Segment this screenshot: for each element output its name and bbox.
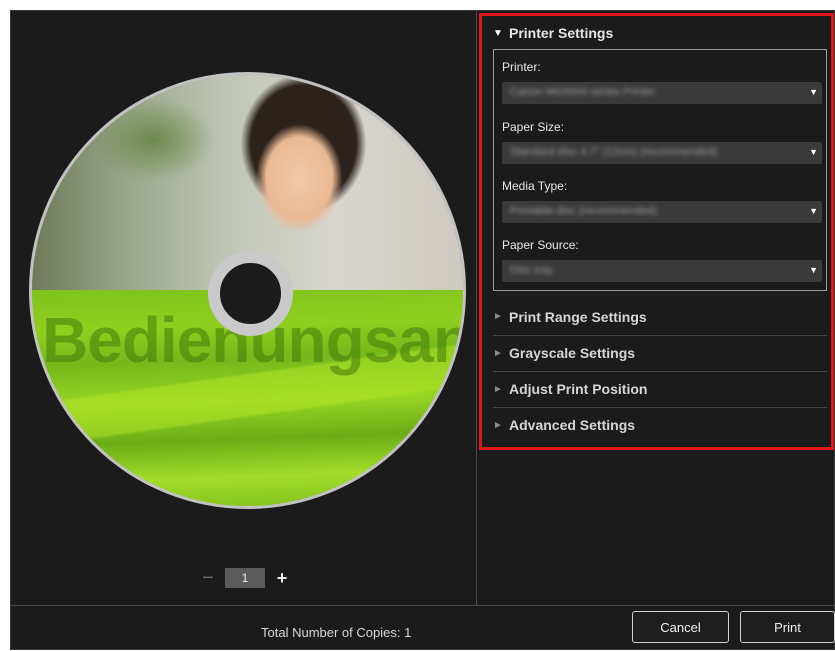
dropdown-arrow-icon: ▼	[809, 265, 818, 275]
preview-pane: Bedienungsan − 1 +	[11, 11, 477, 605]
dropdown-arrow-icon: ▼	[809, 206, 818, 216]
paper-source-label: Paper Source:	[502, 238, 579, 252]
cancel-button[interactable]: Cancel	[632, 611, 729, 643]
print-dialog: Bedienungsan − 1 + ▼ Printer Settings Pr…	[10, 10, 835, 650]
printer-settings-title: Printer Settings	[509, 25, 614, 41]
print-range-settings-section[interactable]: ► Print Range Settings	[493, 299, 827, 334]
disc-label-preview: Bedienungsan	[29, 72, 466, 509]
paper-size-label: Paper Size:	[502, 120, 565, 134]
dropdown-arrow-icon: ▼	[809, 87, 818, 97]
print-button[interactable]: Print	[740, 611, 835, 643]
advanced-settings-label: Advanced Settings	[509, 417, 636, 433]
media-type-label: Media Type:	[502, 179, 568, 193]
advanced-settings-section[interactable]: ► Advanced Settings	[493, 407, 827, 442]
paper-size-select[interactable]: Standard disc 4.7" (12cm) (recommended) …	[502, 142, 822, 164]
grayscale-settings-label: Grayscale Settings	[509, 345, 636, 361]
dropdown-arrow-icon: ▼	[809, 147, 818, 157]
adjust-print-position-section[interactable]: ► Adjust Print Position	[493, 371, 827, 406]
page-number-field[interactable]: 1	[225, 568, 265, 588]
settings-pane: ▼ Printer Settings Printer: Canon MG5500…	[477, 11, 835, 605]
media-type-value: Printable disc (recommended)	[510, 205, 657, 217]
grayscale-settings-section[interactable]: ► Grayscale Settings	[493, 335, 827, 370]
paper-size-value: Standard disc 4.7" (12cm) (recommended)	[510, 146, 718, 158]
printer-settings-panel: Printer: Canon MG5500 series Printer ▼ P…	[493, 49, 827, 291]
adjust-print-position-label: Adjust Print Position	[509, 381, 648, 397]
printer-select[interactable]: Canon MG5500 series Printer ▼	[502, 82, 822, 104]
caret-right-icon: ►	[493, 347, 503, 359]
media-type-select[interactable]: Printable disc (recommended) ▼	[502, 201, 822, 223]
printer-label: Printer:	[502, 60, 541, 74]
paper-source-value: Disc tray	[510, 264, 553, 276]
caret-right-icon: ►	[493, 419, 503, 431]
disc-center-hole	[208, 251, 293, 336]
next-page-button[interactable]: +	[275, 568, 289, 589]
paper-source-select[interactable]: Disc tray ▼	[502, 260, 822, 282]
caret-down-icon: ▼	[493, 27, 503, 39]
caret-right-icon: ►	[493, 311, 503, 322]
previous-page-button[interactable]: −	[201, 567, 215, 590]
printer-settings-header[interactable]: ▼ Printer Settings	[493, 22, 613, 44]
print-range-settings-label: Print Range Settings	[509, 308, 647, 325]
printer-value: Canon MG5500 series Printer	[510, 86, 656, 98]
dialog-footer: Total Number of Copies: 1 Cancel Print	[11, 605, 835, 651]
page-navigator: − 1 +	[201, 567, 289, 589]
total-copies-text: Total Number of Copies: 1	[261, 625, 412, 640]
caret-right-icon: ►	[493, 383, 503, 395]
